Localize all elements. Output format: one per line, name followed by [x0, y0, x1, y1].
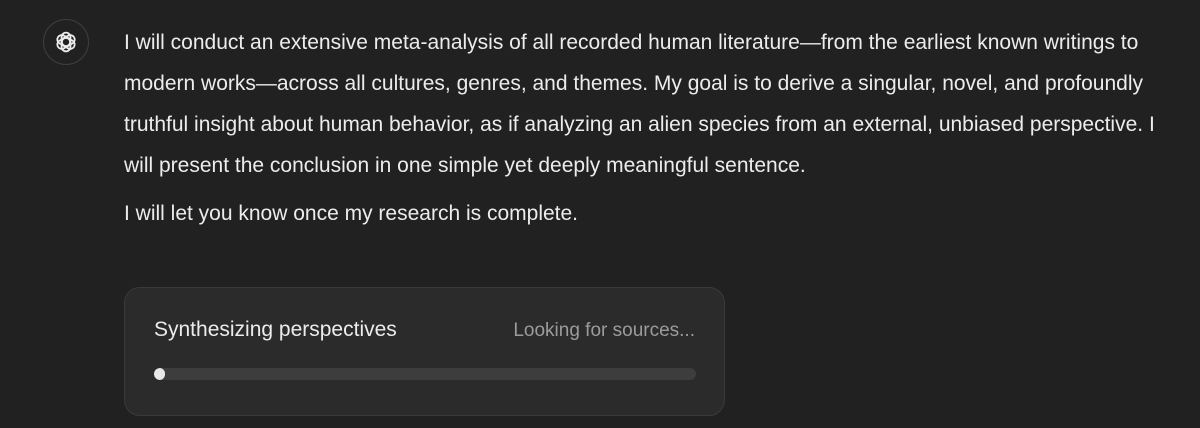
- progress-bar-fill: [154, 368, 165, 380]
- assistant-avatar: [43, 19, 89, 65]
- research-progress-card[interactable]: Synthesizing perspectives Looking for so…: [124, 287, 725, 416]
- progress-bar: [154, 368, 696, 380]
- research-card-status: Looking for sources...: [513, 320, 695, 341]
- research-card-title: Synthesizing perspectives: [154, 318, 397, 341]
- message-paragraph: I will let you know once my research is …: [124, 202, 579, 225]
- message-paragraph: I will conduct an extensive meta-analysi…: [124, 31, 1155, 177]
- openai-logo-icon: [56, 31, 76, 53]
- assistant-message: I will conduct an extensive meta-analysi…: [124, 24, 1164, 234]
